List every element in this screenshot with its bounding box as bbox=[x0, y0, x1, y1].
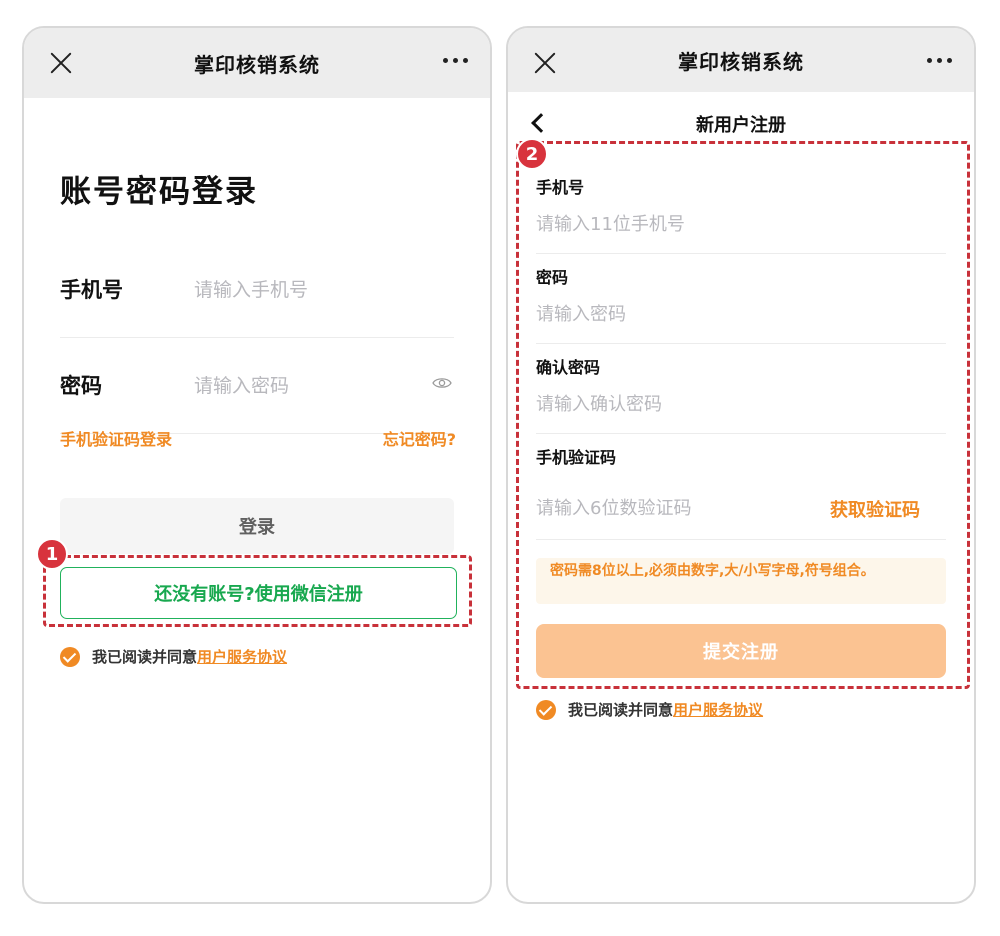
sms-code-field[interactable]: 手机验证码 请输入6位数验证码 获取验证码 bbox=[536, 434, 946, 540]
submit-register-button[interactable]: 提交注册 bbox=[536, 624, 946, 678]
register-phone-input[interactable]: 请输入11位手机号 bbox=[536, 210, 685, 236]
field-label: 手机号 bbox=[536, 178, 585, 197]
app-title: 掌印核销系统 bbox=[678, 49, 804, 74]
password-label: 密码 bbox=[60, 374, 102, 398]
register-screen: 掌印核销系统 新用户注册 2 手机号 请输入11位手机号 密码 请输入密码 确认… bbox=[506, 26, 976, 904]
more-icon[interactable] bbox=[443, 58, 468, 63]
agreement-text: 我已阅读并同意 bbox=[568, 701, 674, 719]
phone-input[interactable]: 请输入手机号 bbox=[194, 275, 308, 302]
page-title: 新用户注册 bbox=[696, 115, 786, 136]
register-phone-field[interactable]: 手机号 请输入11位手机号 bbox=[536, 164, 946, 254]
password-hint: 密码需8位以上,必须由数字,大/小写字母,符号组合。 bbox=[536, 558, 946, 604]
register-password-input[interactable]: 请输入密码 bbox=[536, 300, 626, 326]
check-icon[interactable] bbox=[60, 646, 80, 667]
close-icon[interactable] bbox=[532, 50, 558, 76]
agreement-row: 我已阅读并同意 用户服务协议 bbox=[60, 646, 287, 667]
page-title: 账号密码登录 bbox=[60, 174, 258, 210]
step-badge-1: 1 bbox=[36, 538, 68, 570]
sub-header: 新用户注册 bbox=[508, 106, 974, 142]
login-button[interactable]: 登录 bbox=[60, 498, 454, 554]
field-label: 确认密码 bbox=[536, 358, 601, 377]
eye-icon[interactable] bbox=[432, 376, 452, 390]
password-field[interactable]: 密码 请输入密码 bbox=[60, 338, 454, 434]
get-code-button[interactable]: 获取验证码 bbox=[830, 496, 920, 522]
back-arrow-icon[interactable] bbox=[531, 113, 551, 133]
agreement-link[interactable]: 用户服务协议 bbox=[197, 646, 287, 667]
register-password-field[interactable]: 密码 请输入密码 bbox=[536, 254, 946, 344]
app-title: 掌印核销系统 bbox=[194, 52, 320, 77]
agreement-link[interactable]: 用户服务协议 bbox=[673, 699, 763, 720]
nav-bar: 掌印核销系统 bbox=[24, 28, 490, 98]
check-icon[interactable] bbox=[536, 699, 556, 720]
password-input[interactable]: 请输入密码 bbox=[194, 371, 289, 398]
phone-label: 手机号 bbox=[60, 278, 123, 302]
confirm-password-input[interactable]: 请输入确认密码 bbox=[536, 390, 662, 416]
forgot-password-link[interactable]: 忘记密码? bbox=[383, 426, 456, 450]
sms-code-input[interactable]: 请输入6位数验证码 bbox=[536, 494, 691, 520]
login-screen: 掌印核销系统 账号密码登录 手机号 请输入手机号 密码 请输入密码 手机验证码登… bbox=[22, 26, 492, 904]
phone-field[interactable]: 手机号 请输入手机号 bbox=[60, 242, 454, 338]
more-icon[interactable] bbox=[927, 58, 952, 63]
close-icon[interactable] bbox=[48, 50, 74, 76]
field-label: 手机验证码 bbox=[536, 448, 617, 467]
wechat-register-button[interactable]: 还没有账号?使用微信注册 bbox=[60, 567, 457, 619]
field-label: 密码 bbox=[536, 268, 569, 287]
agreement-row: 我已阅读并同意 用户服务协议 bbox=[536, 699, 763, 720]
confirm-password-field[interactable]: 确认密码 请输入确认密码 bbox=[536, 344, 946, 434]
sms-login-link[interactable]: 手机验证码登录 bbox=[60, 426, 172, 450]
nav-bar: 掌印核销系统 bbox=[508, 28, 974, 92]
agreement-text: 我已阅读并同意 bbox=[92, 648, 198, 666]
